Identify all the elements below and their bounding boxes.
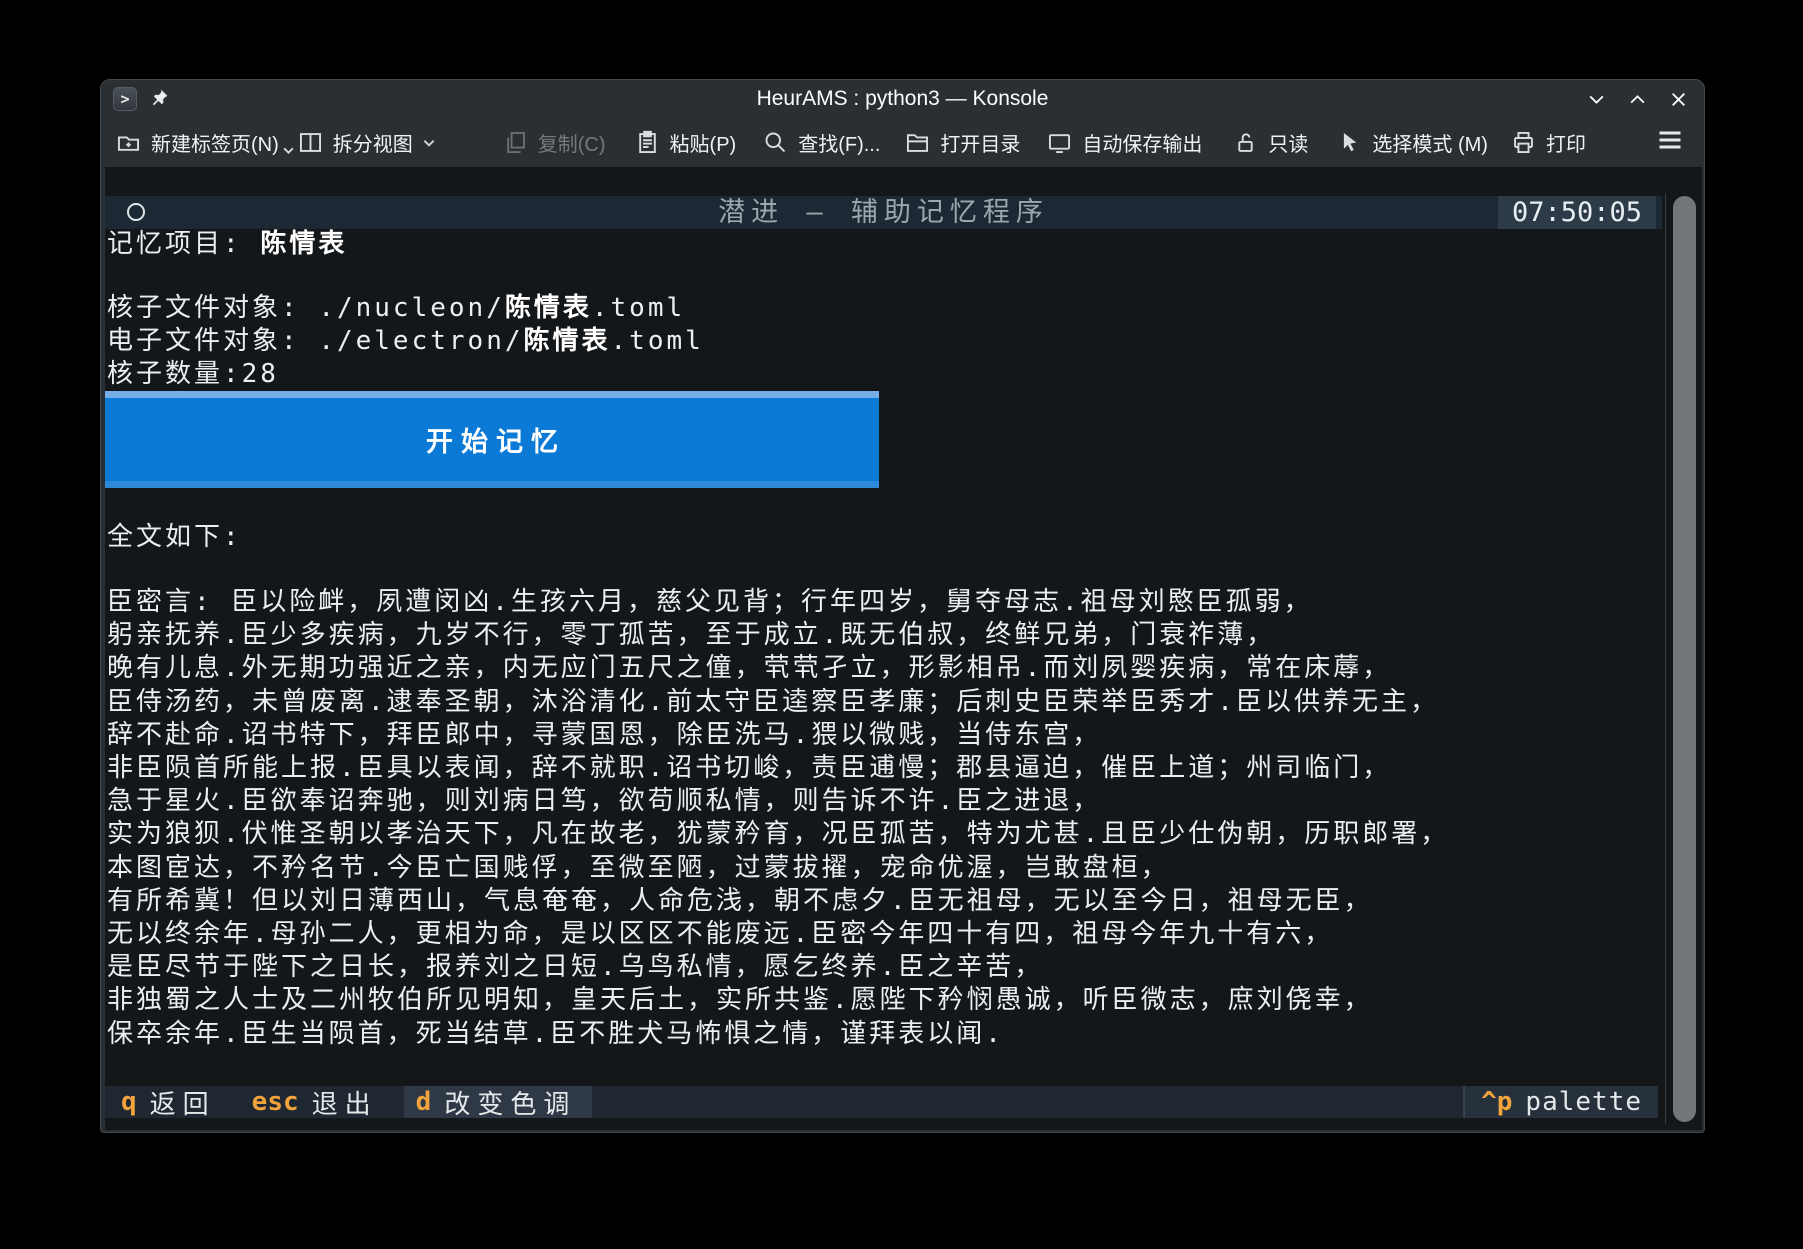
nucleon-count-line: 核子数量:28 — [107, 357, 279, 391]
terminal-view[interactable]: 潜进 – 辅助记忆程序 07:50:05 记忆项目: 陈情表 核子文件对象: .… — [105, 167, 1702, 1130]
toolbar-print-button[interactable]: 打印 — [1510, 128, 1586, 157]
toolbar-autosave-output-button[interactable]: 自动保存输出 — [1046, 128, 1202, 157]
key-hint: q — [121, 1087, 137, 1117]
terminal-text-line: 保卒余年.臣生当陨首，死当结草.臣不胜犬马怖惧之情，谨拜表以闻. — [107, 1017, 1004, 1051]
terminal-text-line: 晚有儿息.外无期功强近之亲，内无应门五尺之僮，茕茕孑立，形影相吊.而刘夙婴疾病，… — [107, 651, 1391, 685]
toolbar-label: 查找(F)... — [798, 128, 880, 157]
menu-button[interactable] — [1656, 128, 1684, 157]
toolbar-label: 复制(C) — [538, 128, 606, 157]
terminal-text-line: 无以终余年.母孙二人，更相为命，是以区区不能废远.臣密今年四十有四，祖母今年九十… — [107, 917, 1333, 951]
paste-icon — [634, 129, 661, 156]
toolbar-label: 打印 — [1546, 128, 1586, 157]
key-hint: esc — [252, 1087, 299, 1117]
electron-file-line: 电子文件对象: ./electron/陈情表.toml — [107, 324, 704, 358]
toolbar-label: 粘贴(P) — [670, 128, 737, 157]
printer-icon — [1510, 129, 1537, 156]
copy-icon — [502, 129, 529, 156]
toolbar-label: 选择模式 (M) — [1372, 128, 1488, 157]
terminal-text-line: 臣密言: 臣以险衅，夙遭闵凶.生孩六月，慈父见背；行年四岁，舅夺母志.祖母刘愍臣… — [107, 585, 1313, 619]
clock: 07:50:05 — [1498, 196, 1656, 229]
terminal-text-line: 本图宦达，不矜名节.今臣亡国贱俘，至微至陋，过蒙拔擢，宠命优渥，岂敢盘桓， — [107, 851, 1170, 885]
nucleon-count-value: 28 — [242, 359, 279, 389]
toolbar-label: 拆分视图 — [333, 128, 413, 157]
chevron-down-icon — [282, 138, 295, 161]
terminal-text-line: 是臣尽节于陛下之日长，报养刘之日短.乌鸟私情，愿乞终养.臣之辛苦， — [107, 950, 1043, 984]
terminal-text-line: 有所希冀！但以刘日薄西山，气息奄奄，人命危浅，朝不虑夕.臣无祖母，无以至今日，祖… — [107, 884, 1373, 918]
footer-binding-return[interactable]: q 返回 — [121, 1086, 216, 1118]
key-hint: ^p — [1481, 1087, 1512, 1117]
toolbar-find-button[interactable]: 查找(F)... — [762, 128, 880, 157]
key-label: 退出 — [312, 1084, 378, 1121]
split-view-icon — [297, 129, 324, 156]
monitor-icon — [1046, 129, 1073, 156]
scrollbar-track-separator — [1665, 193, 1666, 1124]
full-text-label: 全文如下: — [107, 520, 242, 554]
scrollbar-thumb[interactable] — [1673, 196, 1696, 1122]
title-bar: > HeurAMS : python3 — Konsole — [101, 80, 1704, 118]
key-label: palette — [1525, 1087, 1642, 1117]
chevron-up-icon — [1628, 90, 1647, 109]
window-title: HeurAMS : python3 — Konsole — [101, 80, 1704, 118]
key-label: 返回 — [150, 1084, 216, 1121]
footer-binding-change-theme[interactable]: d 改变色调 — [404, 1086, 593, 1118]
toolbar-label: 新建标签页(N) — [151, 128, 279, 157]
folder-icon — [904, 129, 931, 156]
terminal-text-line: 实为狼狈.伏惟圣朝以孝治天下，凡在故老，犹蒙矜育，况臣孤苦，特为尤甚.且臣少仕伪… — [107, 817, 1449, 851]
terminal-text-line: 躬亲抚养.臣少多疾病，九岁不行，零丁孤苦，至于成立.既无伯叔，终鲜兄弟，门衰祚薄… — [107, 618, 1275, 652]
key-hint: d — [416, 1087, 432, 1117]
toolbar-split-view-button[interactable]: 拆分视图 — [297, 128, 436, 157]
cursor-icon — [1336, 129, 1363, 156]
memory-item-value: 陈情表 — [260, 229, 347, 259]
footer-binding-exit[interactable]: esc 退出 — [252, 1086, 378, 1118]
hamburger-icon — [1656, 128, 1684, 152]
toolbar-paste-button[interactable]: 粘贴(P) — [634, 128, 737, 157]
tui-footer: q 返回 esc 退出 d 改变色调 ^p palette — [105, 1086, 1658, 1118]
toolbar: 新建标签页(N) 拆分视图 复制(C) 粘贴(P) — [101, 118, 1704, 167]
minimize-button[interactable] — [1587, 90, 1606, 109]
terminal-text-line: 急于星火.臣欲奉诏奔驰，则刘病日笃，欲苟顺私情，则告诉不许.臣之进退， — [107, 784, 1101, 818]
terminal-text-line: 臣侍汤药，未曾废离.逮奉圣朝，沐浴清化.前太守臣逵察臣孝廉；后刺史臣荣举臣秀才.… — [107, 685, 1439, 719]
start-memorize-label: 开始记忆 — [418, 420, 566, 459]
close-icon — [1669, 90, 1688, 109]
terminal-text-line: 辞不赴命.诏书特下，拜臣郎中，寻蒙国恩，除臣洗马.猥以微贱，当侍东宫， — [107, 718, 1101, 752]
toolbar-new-tab-button[interactable]: 新建标签页(N) — [115, 128, 279, 157]
key-label: 改变色调 — [444, 1084, 576, 1121]
toolbar-select-mode-button[interactable]: 选择模式 (M) — [1336, 128, 1488, 157]
toolbar-read-only-button[interactable]: 只读 — [1232, 128, 1308, 157]
toolbar-label: 打开目录 — [940, 128, 1020, 157]
search-icon — [762, 129, 789, 156]
new-tab-icon — [115, 129, 142, 156]
maximize-button[interactable] — [1628, 90, 1647, 109]
terminal-text-line: 非独蜀之人士及二州牧伯所见明知，皇天后土，实所共鉴.愿陛下矜悯愚诚，听臣微志，庶… — [107, 983, 1373, 1017]
close-button[interactable] — [1669, 90, 1688, 109]
tui-title: 潜进 – 辅助记忆程序 — [105, 196, 1662, 229]
footer-binding-palette[interactable]: ^p palette — [1463, 1086, 1658, 1118]
chevron-down-icon — [422, 131, 436, 154]
konsole-window: > HeurAMS : python3 — Konsole 新建标签页(N) — [100, 79, 1705, 1133]
nucleon-file-line: 核子文件对象: ./nucleon/陈情表.toml — [107, 291, 685, 325]
toolbar-copy-button[interactable]: 复制(C) — [502, 128, 606, 157]
toolbar-label: 自动保存输出 — [1082, 128, 1202, 157]
tui-header: 潜进 – 辅助记忆程序 07:50:05 — [105, 196, 1662, 229]
terminal-text-line: 非臣陨首所能上报.臣具以表闻，辞不就职.诏书切峻，责臣逋慢；郡县逼迫，催臣上道；… — [107, 751, 1391, 785]
toolbar-open-directory-button[interactable]: 打开目录 — [904, 128, 1020, 157]
toolbar-label: 只读 — [1268, 128, 1308, 157]
start-memorize-button[interactable]: 开始记忆 — [105, 391, 879, 488]
memory-item-line: 记忆项目: 陈情表 — [107, 227, 347, 261]
chevron-down-icon — [1587, 90, 1606, 109]
lock-icon — [1232, 129, 1259, 156]
